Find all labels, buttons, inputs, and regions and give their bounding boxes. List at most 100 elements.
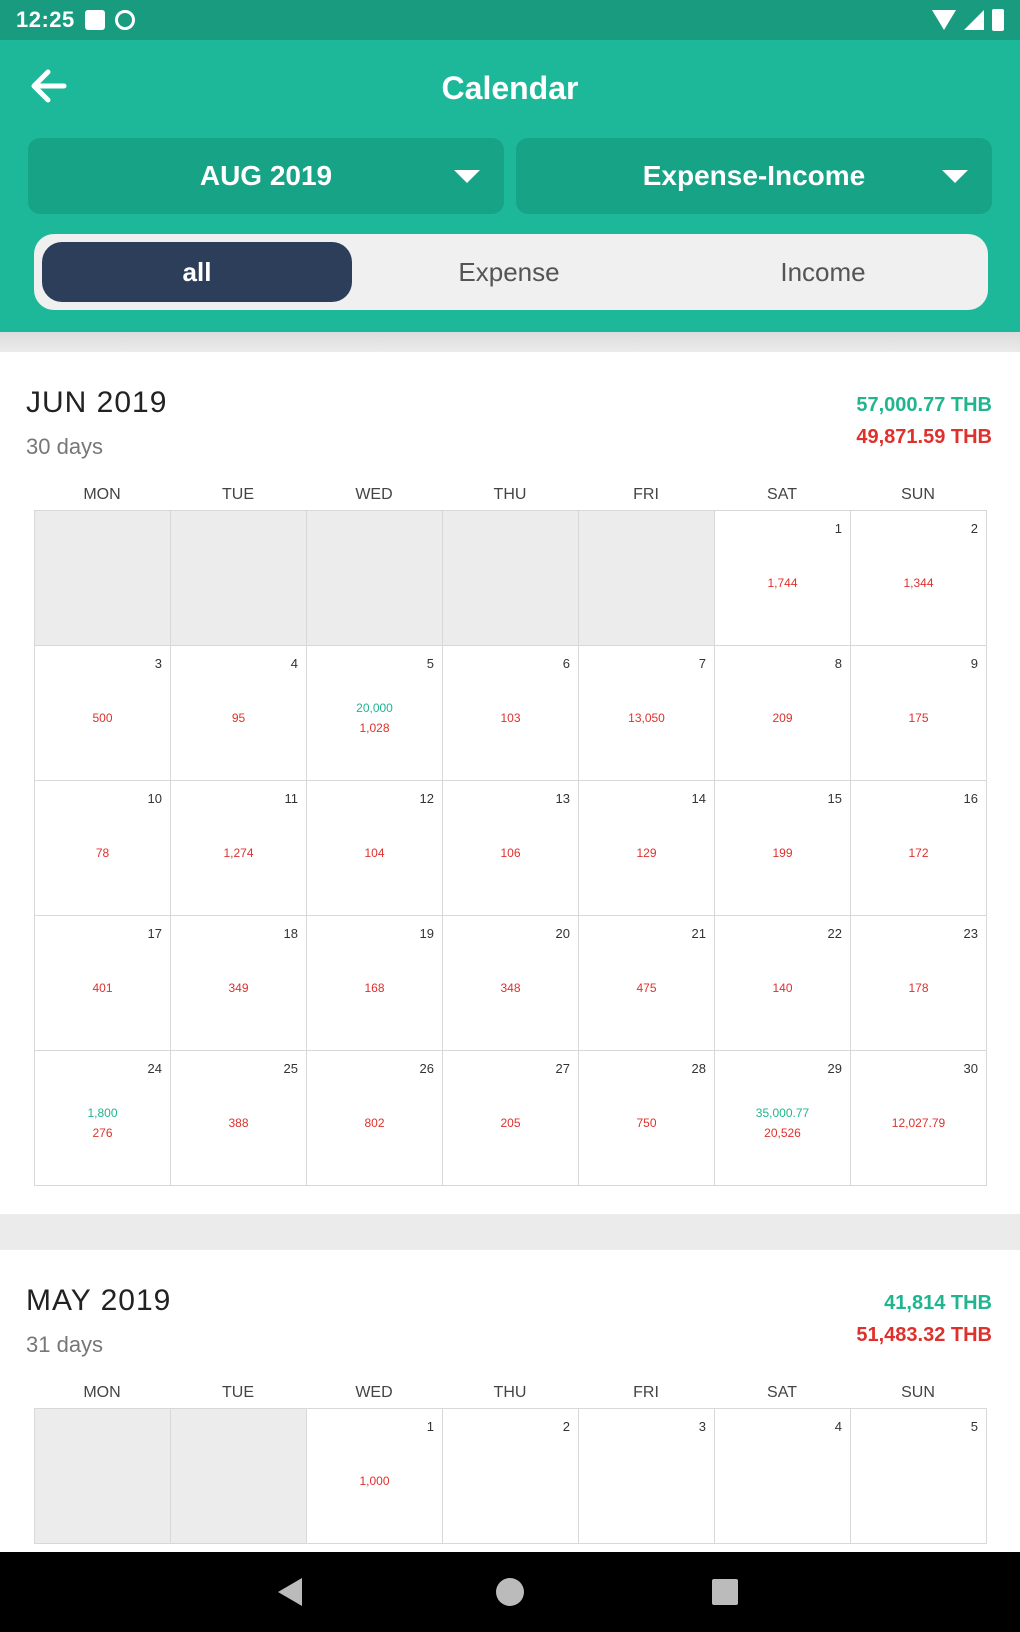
day-cell[interactable]: 23 178	[851, 916, 987, 1051]
day-amounts: 178	[851, 978, 986, 998]
day-cell[interactable]: 1 1,000	[307, 1409, 443, 1544]
day-cell[interactable]: 27 205	[443, 1051, 579, 1186]
nav-back-icon[interactable]	[278, 1578, 302, 1606]
day-expense-amount: 349	[228, 981, 249, 995]
day-cell[interactable]: 9 175	[851, 646, 987, 781]
day-cell[interactable]: 3 500	[35, 646, 171, 781]
day-cell[interactable]: 4 95	[171, 646, 307, 781]
day-amounts: 1,800 276	[35, 1103, 170, 1143]
calendar-grid: 1 1,744 2 1,344 3 500 4 95 5 20,000 1,028 6 103 7 13,0…	[34, 510, 987, 1186]
month-title: JUN 2019	[26, 386, 168, 419]
tab-expense[interactable]: Expense	[352, 242, 666, 302]
month-title: MAY 2019	[26, 1284, 172, 1317]
day-amounts: 500	[35, 708, 170, 728]
month-dropdown[interactable]: AUG 2019	[28, 138, 504, 214]
day-number: 1	[834, 521, 842, 536]
weekday-label: FRI	[633, 1384, 659, 1401]
weekday-label: THU	[493, 486, 527, 503]
day-amounts: 1,274	[171, 843, 306, 863]
day-number: 17	[147, 926, 162, 941]
day-number: 1	[426, 1419, 434, 1434]
day-expense-amount: 95	[231, 711, 246, 725]
nav-recents-icon[interactable]	[712, 1579, 738, 1605]
mode-dropdown[interactable]: Expense-Income	[516, 138, 992, 214]
day-cell[interactable]: 30 12,027.79	[851, 1051, 987, 1186]
month-days-count: 31 days	[26, 1332, 104, 1357]
day-number: 25	[283, 1061, 298, 1076]
app-bar: Calendar AUG 2019 Expense-Income all Exp…	[0, 40, 1020, 332]
tab-all[interactable]: all	[42, 242, 352, 302]
day-number: 14	[691, 791, 706, 806]
day-cell[interactable]: 15 199	[715, 781, 851, 916]
day-cell[interactable]: 10 78	[35, 781, 171, 916]
day-number: 11	[284, 791, 299, 806]
chevron-down-icon	[454, 170, 480, 183]
month-expense-total: 51,483.32 THB	[856, 1324, 992, 1346]
day-amounts: 209	[715, 708, 850, 728]
day-expense-amount: 1,000	[359, 1474, 390, 1488]
day-amounts: 1,000	[307, 1471, 442, 1491]
tab-income[interactable]: Income	[666, 242, 980, 302]
day-cell[interactable]: 1 1,744	[715, 511, 851, 646]
day-number: 6	[562, 656, 570, 671]
day-cell[interactable]: 18 349	[171, 916, 307, 1051]
day-cell[interactable]: 28 750	[579, 1051, 715, 1186]
month-income-total: 41,814 THB	[884, 1292, 992, 1314]
day-number: 12	[419, 791, 434, 806]
day-cell[interactable]: 17 401	[35, 916, 171, 1051]
empty-day-cell	[35, 511, 171, 646]
month-expense-total: 49,871.59 THB	[856, 426, 992, 448]
day-amounts: 78	[35, 843, 170, 863]
month-card: JUN 2019 30 days 57,000.77 THB 49,871.59…	[0, 352, 1020, 1214]
day-amounts: 12,027.79	[851, 1113, 986, 1133]
day-cell[interactable]: 14 129	[579, 781, 715, 916]
day-number: 3	[154, 656, 162, 671]
month-income-total: 57,000.77 THB	[856, 394, 992, 416]
day-cell[interactable]: 3	[579, 1409, 715, 1544]
day-amounts: 13,050	[579, 708, 714, 728]
day-number: 27	[555, 1061, 570, 1076]
day-amounts: 35,000.77 20,526	[715, 1103, 850, 1143]
day-number: 29	[827, 1061, 842, 1076]
empty-day-cell	[579, 511, 715, 646]
day-cell[interactable]: 21 475	[579, 916, 715, 1051]
system-nav-bar	[0, 1552, 1020, 1632]
day-cell[interactable]: 6 103	[443, 646, 579, 781]
weekday-label: SUN	[901, 1384, 935, 1401]
day-cell[interactable]: 24 1,800 276	[35, 1051, 171, 1186]
day-cell[interactable]: 5	[851, 1409, 987, 1544]
day-amounts: 750	[579, 1113, 714, 1133]
day-cell[interactable]: 25 388	[171, 1051, 307, 1186]
day-cell[interactable]: 19 168	[307, 916, 443, 1051]
day-expense-amount: 1,028	[359, 721, 390, 735]
day-cell[interactable]: 13 106	[443, 781, 579, 916]
day-amounts: 199	[715, 843, 850, 863]
weekday-label: TUE	[222, 486, 254, 503]
day-amounts: 1,344	[851, 573, 986, 593]
day-expense-amount: 750	[636, 1116, 657, 1130]
day-expense-amount: 401	[92, 981, 113, 995]
day-cell[interactable]: 7 13,050	[579, 646, 715, 781]
day-cell[interactable]: 26 802	[307, 1051, 443, 1186]
nav-home-icon[interactable]	[496, 1578, 524, 1606]
day-cell[interactable]: 29 35,000.77 20,526	[715, 1051, 851, 1186]
day-cell[interactable]: 4	[715, 1409, 851, 1544]
day-number: 13	[555, 791, 570, 806]
month-card: MAY 2019 31 days 41,814 THB 51,483.32 TH…	[0, 1250, 1020, 1552]
day-income-amount: 20,000	[356, 701, 393, 715]
day-cell[interactable]: 2 1,344	[851, 511, 987, 646]
day-cell[interactable]: 20 348	[443, 916, 579, 1051]
day-expense-amount: 140	[772, 981, 793, 995]
day-expense-amount: 500	[92, 711, 113, 725]
day-amounts: 168	[307, 978, 442, 998]
day-amounts: 349	[171, 978, 306, 998]
day-cell[interactable]: 12 104	[307, 781, 443, 916]
day-number: 28	[691, 1061, 706, 1076]
day-income-amount: 35,000.77	[755, 1106, 810, 1120]
day-cell[interactable]: 11 1,274	[171, 781, 307, 916]
day-cell[interactable]: 22 140	[715, 916, 851, 1051]
day-cell[interactable]: 16 172	[851, 781, 987, 916]
day-cell[interactable]: 2	[443, 1409, 579, 1544]
day-cell[interactable]: 8 209	[715, 646, 851, 781]
day-cell[interactable]: 5 20,000 1,028	[307, 646, 443, 781]
